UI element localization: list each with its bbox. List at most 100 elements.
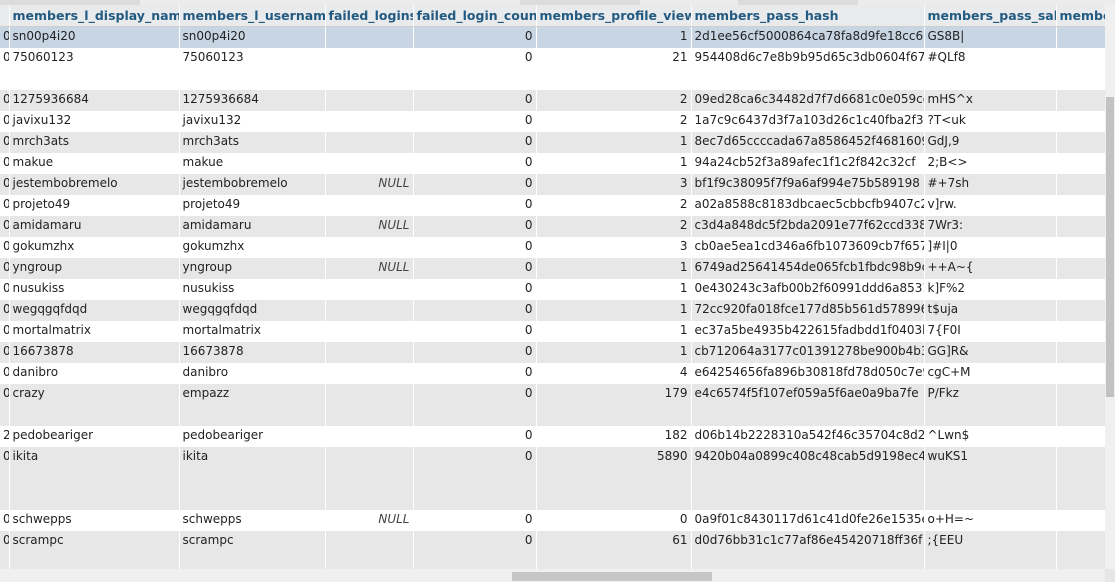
cell-pass-salt[interactable]: v]rw. xyxy=(924,194,1057,216)
cell-pass-hash[interactable]: 6749ad25641454de065fcb1fbdc98b9c xyxy=(691,257,925,279)
cell-next[interactable] xyxy=(1056,278,1105,300)
cell-pass-salt[interactable]: 7Wr3: xyxy=(924,215,1057,237)
cell-pass-salt[interactable]: wuKS1 xyxy=(924,446,1057,510)
cell-failed-login-count[interactable]: 0 xyxy=(413,194,537,216)
cell-profile-views[interactable]: 179 xyxy=(536,383,692,426)
cell-profile-views[interactable]: 61 xyxy=(536,530,692,569)
cell-prev[interactable]: 0 xyxy=(0,299,10,321)
cell-pass-hash[interactable]: e4c6574f5f107ef059a5f6ae0a9ba7fe xyxy=(691,383,925,426)
cell-display-name[interactable]: crazy xyxy=(9,383,180,426)
cell-failed-logins[interactable] xyxy=(325,194,414,216)
cell-display-name[interactable]: mortalmatrix xyxy=(9,320,180,342)
cell-display-name[interactable]: nusukiss xyxy=(9,278,180,300)
cell-display-name[interactable]: 1275936684 xyxy=(9,89,180,111)
cell-pass-hash[interactable]: cb712064a3177c01391278be900b4b39 xyxy=(691,341,925,363)
cell-pass-salt[interactable]: ++A~{ xyxy=(924,257,1057,279)
cell-failed-logins[interactable] xyxy=(325,299,414,321)
table-row[interactable]: 0 crazy empazz 0 179 e4c6574f5f107ef059a5f6ae… xyxy=(0,383,1105,426)
cell-prev[interactable]: 0 xyxy=(0,110,10,132)
horizontal-scroll-thumb[interactable] xyxy=(512,572,712,581)
cell-failed-login-count[interactable]: 0 xyxy=(413,341,537,363)
cell-failed-login-count[interactable]: 0 xyxy=(413,131,537,153)
cell-next[interactable] xyxy=(1056,257,1105,279)
cell-failed-logins[interactable] xyxy=(325,26,414,48)
cell-prev[interactable]: 0 xyxy=(0,194,10,216)
cell-failed-logins[interactable] xyxy=(325,446,414,510)
cell-next[interactable] xyxy=(1056,383,1105,426)
cell-next[interactable] xyxy=(1056,152,1105,174)
cell-next[interactable] xyxy=(1056,530,1105,569)
cell-prev[interactable]: 0 xyxy=(0,89,10,111)
cell-profile-views[interactable]: 0 xyxy=(536,509,692,531)
cell-pass-hash[interactable]: c3d4a848dc5f2bda2091e77f62ccd338 xyxy=(691,215,925,237)
cell-display-name[interactable]: schwepps xyxy=(9,509,180,531)
cell-pass-hash[interactable]: 1a7c9c6437d3f7a103d26c1c40fba2f3 xyxy=(691,110,925,132)
cell-prev[interactable]: 0 xyxy=(0,173,10,195)
cell-failed-login-count[interactable]: 0 xyxy=(413,236,537,258)
vertical-scrollbar[interactable] xyxy=(1105,5,1115,569)
cell-username[interactable]: 75060123 xyxy=(179,47,326,90)
cell-display-name[interactable]: jestembobremelo xyxy=(9,173,180,195)
cell-failed-login-count[interactable]: 0 xyxy=(413,383,537,426)
cell-failed-logins[interactable] xyxy=(325,362,414,384)
cell-pass-salt[interactable]: t$uja xyxy=(924,299,1057,321)
cell-failed-logins[interactable] xyxy=(325,383,414,426)
column-header-username[interactable]: members_l_username xyxy=(179,5,326,27)
cell-failed-logins[interactable] xyxy=(325,320,414,342)
table-row[interactable]: 0 mrch3ats mrch3ats 0 1 8ec7d65ccccada67a8586… xyxy=(0,131,1105,153)
cell-pass-salt[interactable]: #+7sh xyxy=(924,173,1057,195)
cell-failed-login-count[interactable]: 0 xyxy=(413,152,537,174)
cell-profile-views[interactable]: 1 xyxy=(536,257,692,279)
cell-username[interactable]: scrampc xyxy=(179,530,326,569)
column-header-failed-login-count[interactable]: failed_login_count xyxy=(413,5,537,27)
cell-profile-views[interactable]: 1 xyxy=(536,320,692,342)
cell-pass-hash[interactable]: cb0ae5ea1cd346a6fb1073609cb7f657 xyxy=(691,236,925,258)
cell-failed-logins[interactable] xyxy=(325,152,414,174)
cell-pass-salt[interactable]: o+H=~ xyxy=(924,509,1057,531)
cell-display-name[interactable]: javixu132 xyxy=(9,110,180,132)
cell-failed-logins[interactable]: NULL xyxy=(325,257,414,279)
cell-profile-views[interactable]: 4 xyxy=(536,362,692,384)
cell-prev[interactable]: 0 xyxy=(0,446,10,510)
cell-failed-logins[interactable]: NULL xyxy=(325,215,414,237)
cell-pass-hash[interactable]: 9420b04a0899c408c48cab5d9198ec47 xyxy=(691,446,925,510)
table-row[interactable]: 0 javixu132 javixu132 0 2 1a7c9c6437d3f7a103d… xyxy=(0,110,1105,132)
cell-username[interactable]: mrch3ats xyxy=(179,131,326,153)
cell-pass-hash[interactable]: 0e430243c3afb00b2f60991ddd6a8531 xyxy=(691,278,925,300)
cell-profile-views[interactable]: 1 xyxy=(536,299,692,321)
cell-display-name[interactable]: yngroup xyxy=(9,257,180,279)
cell-prev[interactable]: 0 xyxy=(0,152,10,174)
table-row[interactable]: 0 schwepps schwepps NULL 0 0 0a9f01c8430117d61… xyxy=(0,509,1105,531)
cell-next[interactable] xyxy=(1056,362,1105,384)
vertical-scroll-thumb[interactable] xyxy=(1106,97,1114,397)
cell-display-name[interactable]: 16673878 xyxy=(9,341,180,363)
cell-display-name[interactable]: 75060123 xyxy=(9,47,180,90)
cell-profile-views[interactable]: 2 xyxy=(536,215,692,237)
cell-prev[interactable]: 0 xyxy=(0,530,10,569)
cell-next[interactable] xyxy=(1056,425,1105,447)
cell-pass-salt[interactable]: 7{F0I xyxy=(924,320,1057,342)
cell-profile-views[interactable]: 3 xyxy=(536,173,692,195)
cell-profile-views[interactable]: 1 xyxy=(536,26,692,48)
cell-failed-login-count[interactable]: 0 xyxy=(413,530,537,569)
cell-pass-salt[interactable]: ?T<uk xyxy=(924,110,1057,132)
cell-username[interactable]: wegqgqfdqd xyxy=(179,299,326,321)
cell-username[interactable]: empazz xyxy=(179,383,326,426)
cell-pass-hash[interactable]: bf1f9c38095f7f9a6af994e75b589198 xyxy=(691,173,925,195)
cell-pass-hash[interactable]: d06b14b2228310a542f46c35704c8d23 xyxy=(691,425,925,447)
cell-prev[interactable]: 0 xyxy=(0,257,10,279)
table-row[interactable]: 0 amidamaru amidamaru NULL 0 2 c3d4a848dc5f2bd… xyxy=(0,215,1105,237)
cell-failed-logins[interactable] xyxy=(325,278,414,300)
cell-failed-login-count[interactable]: 0 xyxy=(413,446,537,510)
table-row[interactable]: 0 mortalmatrix mortalmatrix 0 1 ec37a5be4935b… xyxy=(0,320,1105,342)
cell-failed-logins[interactable] xyxy=(325,89,414,111)
cell-username[interactable]: schwepps xyxy=(179,509,326,531)
cell-failed-login-count[interactable]: 0 xyxy=(413,89,537,111)
cell-display-name[interactable]: gokumzhx xyxy=(9,236,180,258)
cell-failed-logins[interactable] xyxy=(325,110,414,132)
cell-failed-logins[interactable] xyxy=(325,425,414,447)
cell-failed-login-count[interactable]: 0 xyxy=(413,425,537,447)
cell-pass-hash[interactable]: 72cc920fa018fce177d85b561d578996 xyxy=(691,299,925,321)
cell-next[interactable] xyxy=(1056,89,1105,111)
cell-prev[interactable]: 0 xyxy=(0,362,10,384)
